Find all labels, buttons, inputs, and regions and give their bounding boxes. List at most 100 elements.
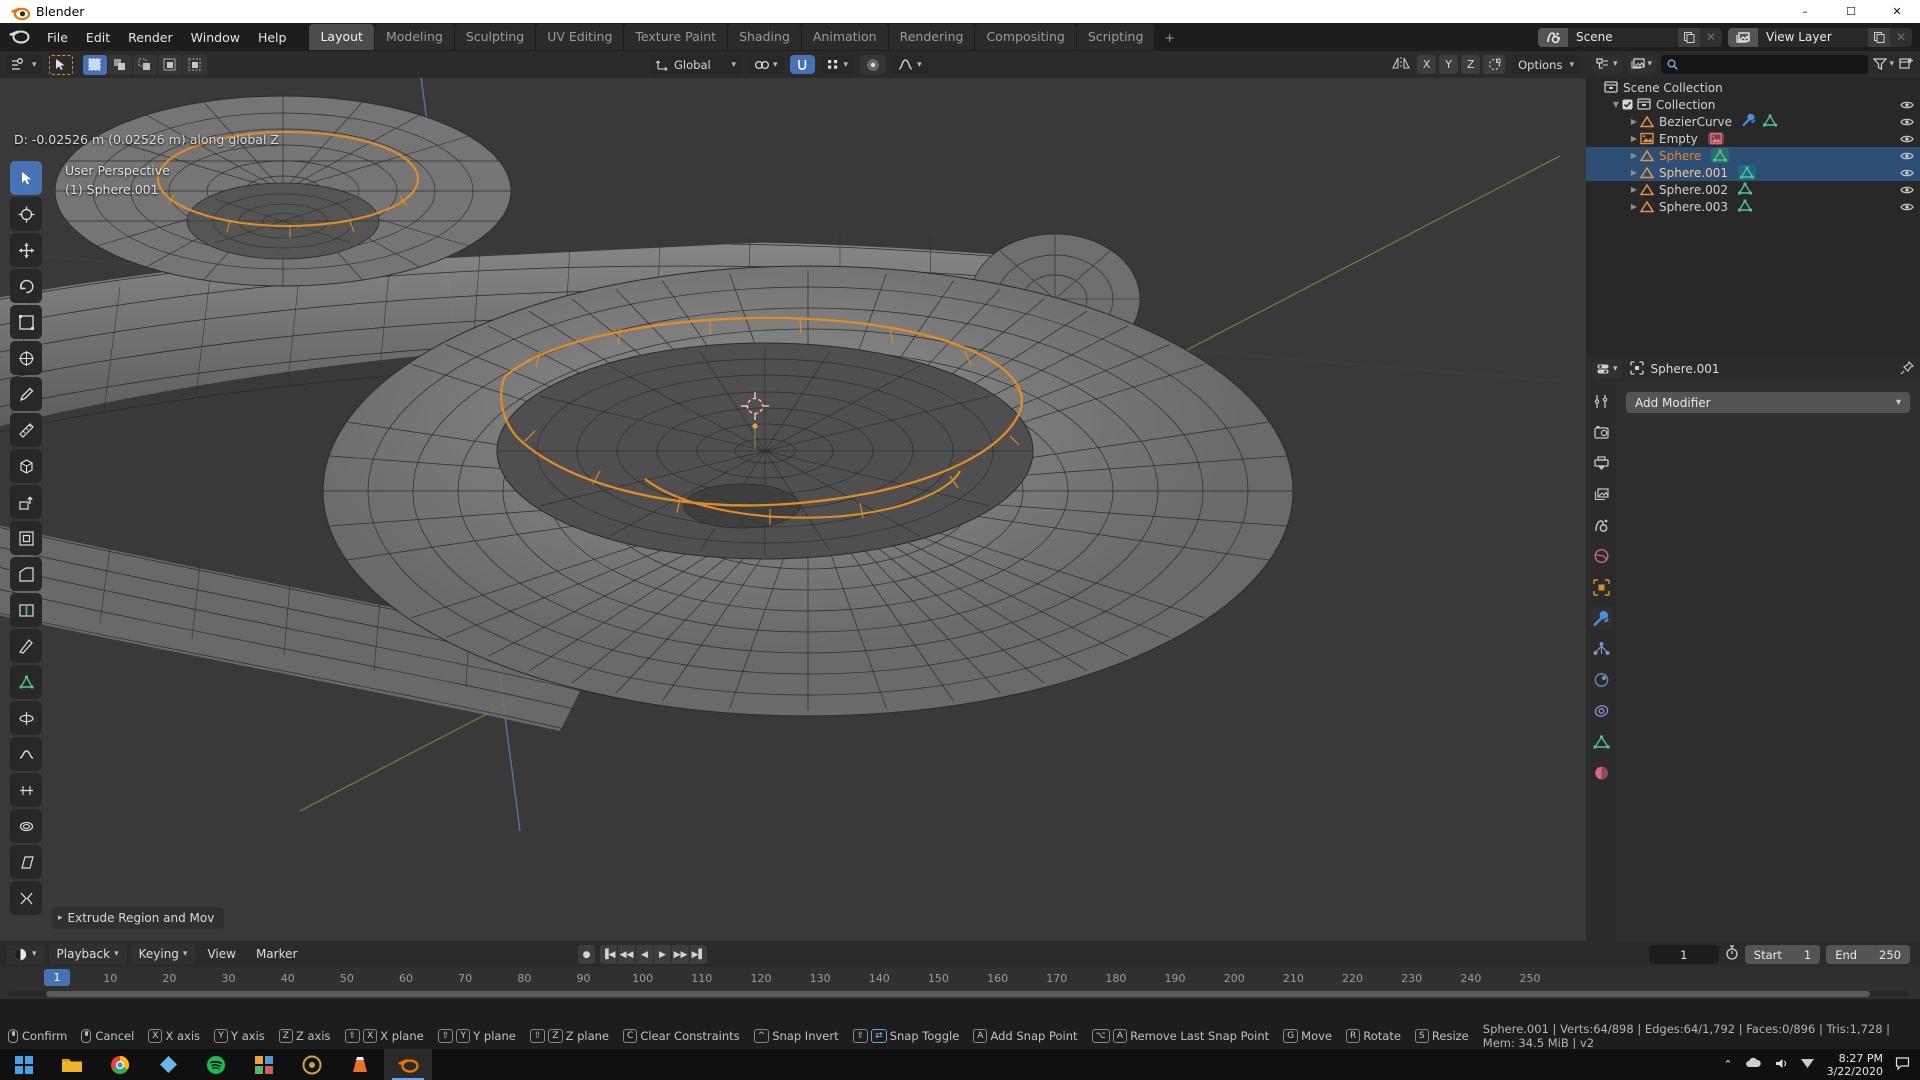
loop-cut-tool[interactable]	[10, 593, 42, 627]
disclosure-triangle-icon[interactable]: ▶	[1628, 185, 1640, 194]
mirror-y-button[interactable]: Y	[1439, 55, 1458, 74]
knife-tool[interactable]	[10, 629, 42, 663]
tweak-cursor-mode-icon[interactable]	[49, 55, 73, 75]
blender-taskbar-icon[interactable]	[384, 1049, 432, 1080]
mesh-data-icon[interactable]	[1738, 199, 1752, 215]
jump-to-start-button[interactable]: ▐◀	[600, 945, 617, 964]
snap-settings-dropdown[interactable]: ▾	[821, 55, 855, 74]
menu-edit[interactable]: Edit	[77, 26, 119, 49]
mesh-data-icon[interactable]	[1738, 165, 1756, 180]
outliner-row-sphere-001[interactable]: ▶Sphere.001	[1586, 164, 1920, 181]
vlc-icon[interactable]	[336, 1049, 384, 1080]
outliner-row-empty[interactable]: ▶Empty	[1586, 130, 1920, 147]
file-explorer-icon[interactable]	[48, 1049, 96, 1080]
tab-layout[interactable]: Layout	[309, 24, 374, 50]
cursor-tool[interactable]	[10, 197, 42, 231]
object-tab[interactable]	[1589, 576, 1613, 598]
timeline-scrollbar[interactable]	[8, 991, 1908, 997]
tab-shading[interactable]: Shading	[728, 24, 801, 50]
search-input[interactable]	[1683, 57, 1862, 71]
pivot-point-dropdown[interactable]: ▾	[748, 55, 784, 74]
particles-tab[interactable]	[1589, 638, 1613, 660]
previous-keyframe-button[interactable]: ◀◀	[618, 945, 635, 964]
mirror-x-button[interactable]: X	[1417, 55, 1436, 74]
mirror-z-button[interactable]: Z	[1461, 55, 1480, 74]
view-layer-tab[interactable]	[1589, 483, 1613, 505]
scene-tab[interactable]	[1589, 514, 1613, 536]
add-workspace-button[interactable]: +	[1155, 25, 1183, 50]
object-data-tab[interactable]	[1589, 731, 1613, 753]
select-set-icon[interactable]	[83, 55, 107, 75]
operator-redo-panel[interactable]: ▸ Extrude Region and Mov	[52, 907, 224, 929]
select-invert-icon[interactable]	[158, 55, 182, 75]
record-button[interactable]: ●	[578, 945, 595, 964]
outliner-search-field[interactable]	[1661, 55, 1868, 74]
chevron-up-icon[interactable]: ⌃	[1723, 1058, 1732, 1071]
mesh-data-icon[interactable]	[1738, 182, 1752, 198]
tab-sculpting[interactable]: Sculpting	[455, 24, 535, 50]
onedrive-icon[interactable]	[1745, 1057, 1762, 1072]
app-icon-7[interactable]	[288, 1049, 336, 1080]
add-cube-tool[interactable]	[10, 449, 42, 483]
rip-region-tool[interactable]	[10, 881, 42, 915]
unlink-scene-button[interactable]: ✕	[1700, 28, 1722, 47]
disclosure-triangle-icon[interactable]: ▶	[1628, 202, 1640, 211]
tab-texture-paint[interactable]: Texture Paint	[624, 24, 727, 50]
physics-tab[interactable]	[1589, 669, 1613, 691]
disclosure-triangle-icon[interactable]: ▶	[1628, 134, 1640, 143]
network-icon[interactable]	[1800, 1057, 1815, 1073]
scale-tool[interactable]	[10, 305, 42, 339]
edge-slide-tool[interactable]	[10, 773, 42, 807]
properties-editor[interactable]: ▾ Sphere.001	[1586, 356, 1920, 941]
constraints-tab[interactable]	[1589, 700, 1613, 722]
tab-rendering[interactable]: Rendering	[889, 24, 975, 50]
smooth-tool[interactable]	[10, 737, 42, 771]
menu-file[interactable]: File	[38, 26, 77, 49]
visibility-eye-icon[interactable]	[1899, 100, 1914, 110]
poly-build-tool[interactable]	[10, 665, 42, 699]
play-button[interactable]: ▶	[654, 945, 671, 964]
view-layer-icon[interactable]	[1728, 28, 1758, 47]
menu-render[interactable]: Render	[119, 26, 182, 49]
tab-animation[interactable]: Animation	[802, 24, 888, 50]
collection-checkbox[interactable]	[1622, 99, 1633, 110]
inset-faces-tool[interactable]	[10, 521, 42, 555]
jump-to-end-button[interactable]: ▶▌	[690, 945, 707, 964]
outliner-row-sphere-003[interactable]: ▶Sphere.003	[1586, 198, 1920, 215]
blender-menu-icon[interactable]	[8, 28, 30, 46]
editor-type-selector[interactable]: ▾	[6, 55, 41, 74]
tab-scripting[interactable]: Scripting	[1077, 24, 1155, 50]
shrink-fatten-tool[interactable]	[10, 809, 42, 843]
tab-compositing[interactable]: Compositing	[975, 24, 1075, 50]
current-frame-field[interactable]: 1	[1649, 945, 1719, 964]
select-extend-icon[interactable]	[108, 55, 132, 75]
new-scene-button[interactable]	[1678, 28, 1700, 47]
menu-keying[interactable]: Keying ▾	[131, 944, 196, 964]
select-subtract-icon[interactable]	[133, 55, 157, 75]
modifier-wrench-icon[interactable]	[1742, 113, 1756, 130]
taskbar-clock[interactable]: 8:27 PM 3/22/2020	[1827, 1052, 1883, 1078]
timeline-playhead[interactable]: 1	[44, 969, 70, 986]
tab-modeling[interactable]: Modeling	[375, 24, 454, 50]
menu-view[interactable]: View	[199, 944, 243, 964]
disclosure-triangle-icon[interactable]: ▶	[1628, 117, 1640, 126]
render-tab[interactable]	[1589, 421, 1613, 443]
rotate-tool[interactable]	[10, 269, 42, 303]
proportional-editing-toggle[interactable]	[860, 55, 886, 74]
close-button[interactable]: ✕	[1874, 0, 1920, 23]
output-tab[interactable]	[1589, 452, 1613, 474]
new-view-layer-button[interactable]	[1868, 28, 1890, 47]
tool-tab[interactable]	[1589, 390, 1613, 412]
properties-editor-type-selector[interactable]: ▾	[1592, 360, 1622, 379]
tab-uv-editing[interactable]: UV Editing	[536, 24, 623, 50]
end-frame-field[interactable]: End 250	[1826, 945, 1910, 964]
modifier-tab[interactable]	[1589, 607, 1613, 629]
shear-tool[interactable]	[10, 845, 42, 879]
visibility-eye-icon[interactable]	[1899, 168, 1914, 178]
disclosure-triangle-icon[interactable]: ▶	[1628, 168, 1640, 177]
options-dropdown[interactable]: Options ▾	[1512, 55, 1580, 74]
outliner-row-sphere[interactable]: ▶Sphere	[1586, 147, 1920, 164]
world-tab[interactable]	[1589, 545, 1613, 567]
chrome-icon[interactable]	[96, 1049, 144, 1080]
outliner-editor[interactable]: ▾ ▾ ▾ Scene Collection▼Collection▶Bezier…	[1586, 51, 1920, 356]
